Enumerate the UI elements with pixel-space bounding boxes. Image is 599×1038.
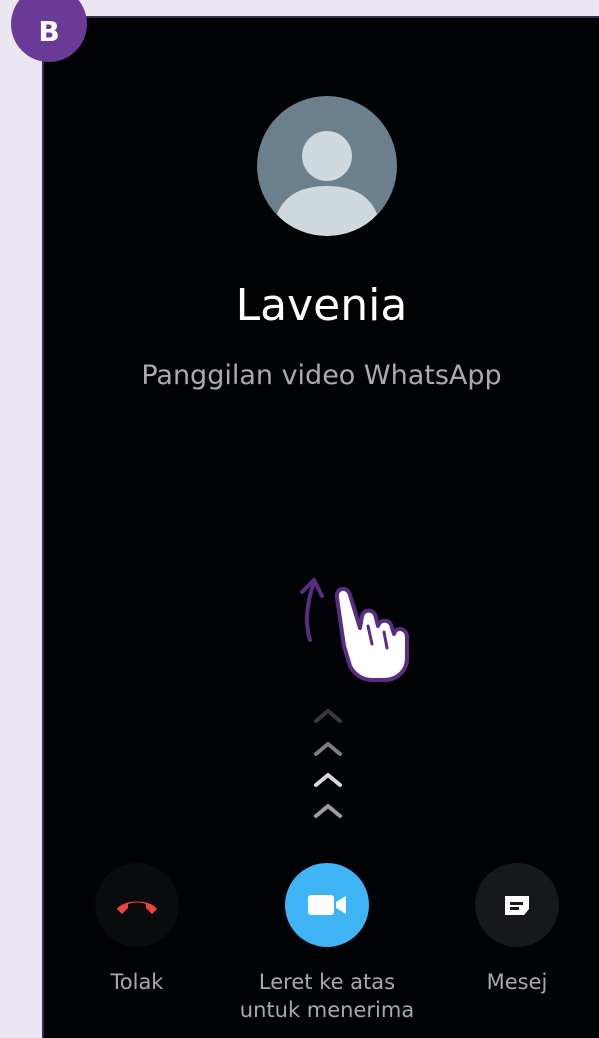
call-type-label: Panggilan video WhatsApp [141,360,502,391]
swipe-gesture-illustration [300,578,409,682]
accept-label-line1: Leret ke atas [258,970,396,994]
avatar [257,96,397,236]
accept-label-line2: untuk menerima [239,998,415,1022]
caller-name: Lavenia [235,280,408,331]
phone-hangup-icon [117,901,157,914]
video-camera-icon [308,895,346,915]
chevron-up-icon [314,742,342,756]
pointing-hand-swipe-up-icon [334,586,409,682]
chevron-up-icon [314,709,342,723]
step-badge-label: B [38,14,60,48]
decline-button[interactable] [95,863,179,947]
message-icon [505,896,529,915]
incoming-call-screen: Lavenia Panggilan video WhatsApp Tolak L… [42,16,599,1038]
chevron-up-icon [314,773,342,787]
message-label: Mesej [486,970,548,994]
default-avatar-icon [277,131,377,236]
swipe-hint-chevrons [311,686,345,818]
decline-label: Tolak [110,970,164,994]
accept-label: Leret ke atas untuk menerima [227,968,427,1024]
message-button[interactable] [475,863,559,947]
accept-video-call-button[interactable] [285,863,369,947]
chevron-up-icon [314,804,342,818]
arrow-up-icon [300,578,324,642]
